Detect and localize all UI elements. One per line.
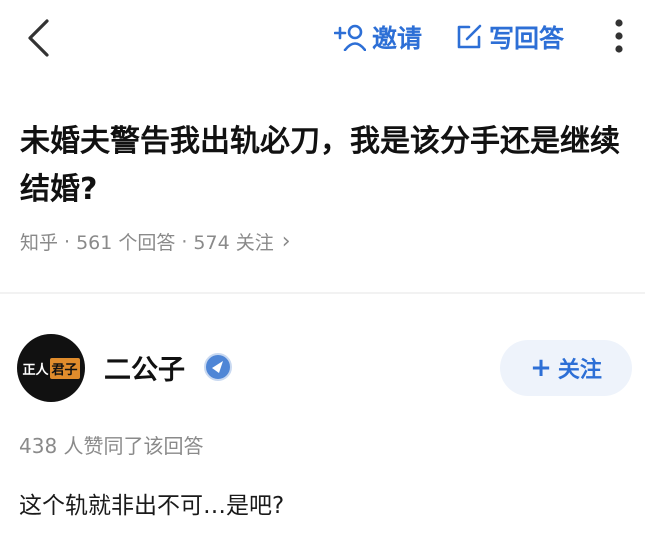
- avatar[interactable]: 正人 君子: [17, 334, 85, 402]
- avatar-tag: 君子: [49, 357, 80, 379]
- invite-label: 邀请: [372, 24, 423, 53]
- question-meta[interactable]: 知乎 · 561 个回答 · 574 关注 ›: [20, 228, 291, 255]
- followers-count: 574 关注: [193, 232, 274, 254]
- write-answer-label: 写回答: [489, 24, 565, 53]
- avatar-text: 正人: [22, 362, 49, 378]
- author-name[interactable]: 二公子: [104, 348, 185, 387]
- top-bar: 邀请 写回答: [0, 0, 645, 76]
- answers-count: 561 个回答: [76, 232, 176, 254]
- meta-separator: ·: [64, 230, 71, 253]
- add-user-icon: [334, 24, 366, 51]
- edit-icon: [457, 24, 482, 49]
- verified-badge-icon: [204, 353, 232, 381]
- more-vertical-icon: [615, 19, 623, 53]
- likes-text: 438 人赞同了该回答: [19, 434, 204, 458]
- follow-button[interactable]: + 关注: [500, 340, 632, 396]
- back-button[interactable]: [16, 16, 60, 60]
- section-divider: [0, 292, 645, 294]
- avatar-image: 正人 君子: [22, 357, 80, 379]
- answer-content[interactable]: 这个轨就非出不可…是吧?: [19, 486, 284, 520]
- plus-icon: +: [530, 353, 552, 383]
- question-title: 未婚夫警告我出轨必刀，我是该分手还是继续结婚?: [20, 124, 620, 207]
- follow-label: 关注: [557, 358, 602, 383]
- write-answer-button[interactable]: 写回答: [455, 20, 564, 54]
- chevron-right-icon: ›: [281, 229, 291, 254]
- source-label: 知乎: [20, 232, 59, 254]
- chevron-left-icon: [28, 19, 49, 57]
- more-options-button[interactable]: [604, 14, 634, 58]
- meta-separator: ·: [181, 230, 188, 253]
- invite-button[interactable]: 邀请: [334, 20, 422, 54]
